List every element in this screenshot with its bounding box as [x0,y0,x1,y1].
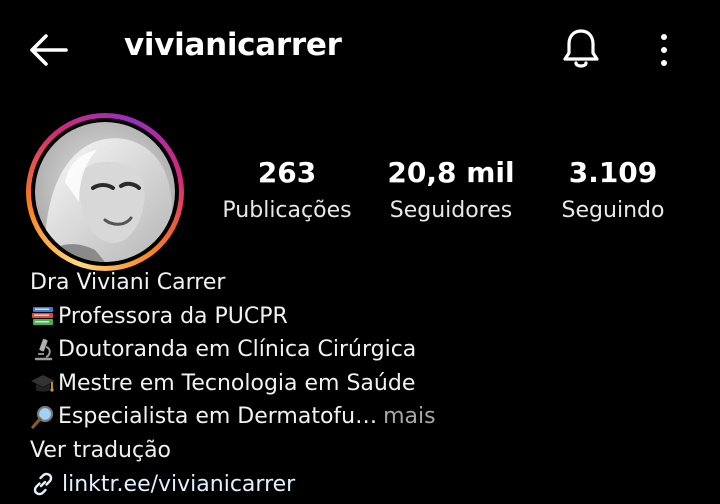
bio-more-link[interactable]: mais [383,400,436,434]
bio-line: Doutoranda em Clínica Cirúrgica [30,333,710,367]
avatar-photo [35,122,175,262]
profile-avatar[interactable] [26,113,184,271]
see-translation-link[interactable]: Ver tradução [30,434,710,468]
bio-line-text: Mestre em Tecnologia em Saúde [58,370,416,396]
profile-bio: Dra Viviani Carrer Professora da PUCPR D… [30,266,710,501]
following-count-label: Seguindo [561,198,665,223]
bio-line-text: Especialista em Dermatofu… [58,404,378,430]
following-count[interactable]: 3.109 Seguindo [553,156,673,226]
posts-count[interactable]: 263 Publicações [216,156,358,226]
following-count-value: 3.109 [568,156,658,189]
bio-line-text: Professora da PUCPR [58,303,288,329]
back-button[interactable] [26,28,72,72]
graduation-cap-icon [31,374,55,392]
bio-link-text: linktr.ee/vivianicarrer [62,471,296,497]
link-icon [33,473,53,496]
bio-name: Dra Viviani Carrer [30,270,226,295]
top-bar: vivianicarrer [0,0,720,100]
notifications-button[interactable] [560,26,602,72]
followers-count-value: 20,8 mil [387,156,515,189]
books-icon [32,307,53,326]
followers-count-label: Seguidores [389,198,513,223]
followers-count[interactable]: 20,8 mil Seguidores [383,156,519,226]
bell-icon [563,29,599,68]
bio-line: Especialista em Dermatofu… mais [30,400,710,434]
bio-line-text: Doutoranda em Clínica Cirúrgica [58,337,417,363]
back-arrow-icon [30,34,68,66]
microscope-icon [34,338,53,361]
posts-count-value: 263 [257,156,317,189]
bio-line: Professora da PUCPR [30,300,710,334]
avatar-ring-gap [31,118,179,266]
magnifying-glass-icon [31,406,54,429]
bio-external-link[interactable]: linktr.ee/vivianicarrer [30,468,710,502]
posts-count-label: Publicações [222,198,352,223]
profile-username: vivianicarrer [124,27,342,63]
more-vertical-icon [661,34,667,66]
bio-line: Mestre em Tecnologia em Saúde [30,367,710,401]
more-options-button[interactable] [654,30,674,70]
